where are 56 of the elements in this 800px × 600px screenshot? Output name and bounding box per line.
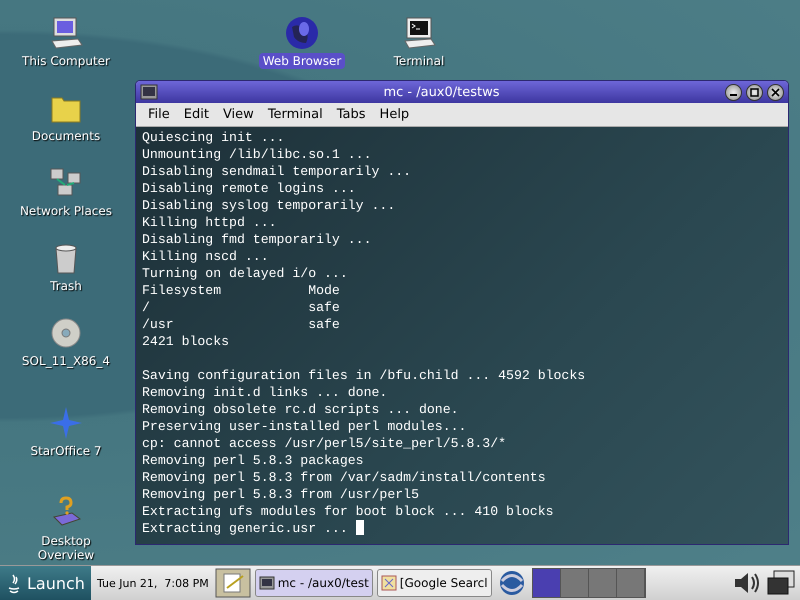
terminal-line: Extracting ufs modules for boot block ... 410 blocks: [142, 504, 554, 519]
menu-item[interactable]: Tabs: [330, 106, 372, 123]
icon-label[interactable]: Desktop Overview: [27, 533, 105, 563]
terminal-line: Disabling fmd temporarily ...: [142, 232, 372, 247]
close-icon: [771, 88, 780, 96]
terminal-line: Removing perl 5.8.3 packages: [142, 453, 364, 468]
terminal-line: / safe: [142, 300, 340, 315]
icon-label[interactable]: Documents: [28, 128, 104, 144]
maximize-button[interactable]: [746, 84, 763, 100]
star-icon: [48, 405, 84, 441]
windows-icon[interactable]: [766, 569, 796, 597]
launch-button[interactable]: Launch: [0, 566, 91, 600]
minimize-button[interactable]: [725, 84, 742, 100]
terminal-line: Turning on delayed i/o ...: [142, 266, 348, 281]
task-button[interactable]: [Google Searcl: [376, 569, 492, 597]
terminal-line: Removing perl 5.8.3 from /var/sadm/install/contents: [142, 470, 546, 485]
text-cursor: [356, 520, 364, 535]
icon-label[interactable]: This Computer: [18, 53, 114, 69]
close-button[interactable]: [767, 84, 784, 100]
icon-label[interactable]: Terminal: [390, 53, 448, 69]
menu-item[interactable]: File: [142, 106, 176, 123]
show-desktop-icon[interactable]: [214, 568, 251, 598]
terminal-line: Extracting generic.usr ...: [142, 521, 349, 536]
maximize-icon: [750, 88, 759, 96]
clock[interactable]: Tue Jun 21, 7:08 PM: [94, 576, 211, 590]
icon-label[interactable]: Trash: [46, 278, 86, 294]
icon-label[interactable]: StarOffice 7: [26, 443, 106, 459]
terminal-line: /usr safe: [142, 317, 340, 332]
terminal-line: cp: cannot access /usr/perl5/site_perl/5.8.3/*: [142, 436, 506, 451]
menu-item[interactable]: Help: [374, 106, 416, 123]
terminal-icon[interactable]: [140, 84, 158, 100]
icon-label[interactable]: Web Browser: [258, 53, 346, 69]
terminal-icon: [258, 576, 275, 590]
menu-item[interactable]: View: [216, 106, 260, 123]
menu-item[interactable]: Terminal: [262, 106, 329, 123]
menu-item[interactable]: Edit: [178, 106, 215, 123]
globe-icon: [284, 15, 320, 51]
terminal-line: Killing httpd ...: [142, 215, 277, 230]
terminal-line: Disabling remote logins ...: [142, 181, 356, 196]
terminal-line: Removing perl 5.8.3 from /usr/perl5: [142, 487, 419, 502]
task-button[interactable]: mc - /aux0/test: [254, 569, 373, 597]
terminal-line: Unmounting /lib/libc.so.1 ...: [142, 147, 372, 162]
terminal-line: Disabling syslog temporarily ...: [142, 198, 396, 213]
terminal-line: Filesystem Mode: [142, 283, 340, 298]
window-title: mc - /aux0/testws: [382, 84, 501, 100]
icon-label[interactable]: SOL_11_X86_4: [18, 353, 114, 369]
minimize-icon: [730, 94, 737, 96]
terminal-line: 2421 blocks: [142, 334, 230, 349]
terminal-line: Preserving user-installed perl modules...: [142, 419, 466, 434]
terminal-line: Removing obsolete rc.d scripts ... done.: [142, 402, 459, 417]
icon-label[interactable]: Network Places: [16, 203, 116, 219]
terminal-line: Saving configuration files in /bfu.child ... 4592 blocks: [142, 368, 586, 383]
terminal-line: Disabling sendmail temporarily ...: [142, 164, 412, 179]
terminal-line: Removing init.d links ... done.: [142, 385, 388, 400]
terminal-line: Killing nscd ...: [142, 249, 269, 264]
terminal-line: Quiescing init ...: [142, 130, 284, 145]
